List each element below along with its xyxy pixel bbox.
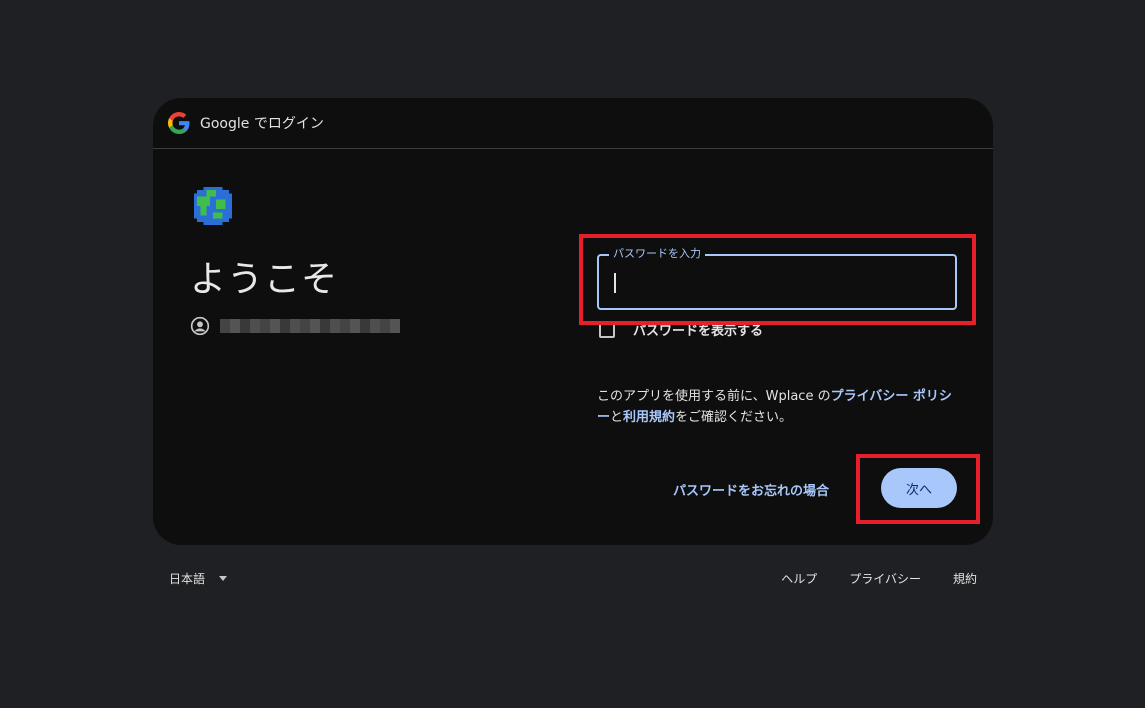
earth-app-icon [194,187,232,225]
checkbox-icon[interactable] [599,321,615,338]
show-password-label: パスワードを表示する [633,324,764,339]
card-header: Google でログイン [153,98,993,149]
account-circle-icon [190,316,210,336]
dropdown-caret-icon [219,576,228,581]
next-button[interactable]: 次へ [881,468,957,508]
footer-link-terms[interactable]: 規約 [953,570,977,587]
password-field[interactable]: パスワードを入力 [597,247,957,310]
consent-prefix: このアプリを使用する前に、Wplace の [597,389,831,404]
login-card: Google でログイン ようこそ パスワードを入力 パスワードを表示する この… [153,98,993,545]
google-logo-icon [168,112,190,134]
show-password-toggle[interactable]: パスワードを表示する [599,320,763,339]
consent-text: このアプリを使用する前に、Wplace のプライバシー ポリシーと利用規約をご確… [597,386,957,428]
language-label: 日本語 [169,572,206,586]
consent-middle: と [610,410,624,425]
forgot-password-link[interactable]: パスワードをお忘れの場合 [673,480,829,499]
terms-link[interactable]: 利用規約 [623,410,675,425]
masked-email [220,319,400,333]
password-input[interactable] [599,256,955,308]
footer: 日本語 ヘルプ プライバシー 規約 [153,566,993,588]
footer-link-privacy[interactable]: プライバシー [849,570,921,587]
text-caret [614,273,616,293]
language-selector[interactable]: 日本語 [169,570,228,587]
welcome-heading: ようこそ [190,259,339,300]
footer-link-help[interactable]: ヘルプ [781,570,817,587]
consent-suffix: をご確認ください。 [675,410,793,425]
header-title: Google でログイン [200,116,324,132]
account-chip[interactable] [190,316,400,336]
footer-links: ヘルプ プライバシー 規約 [749,570,977,587]
